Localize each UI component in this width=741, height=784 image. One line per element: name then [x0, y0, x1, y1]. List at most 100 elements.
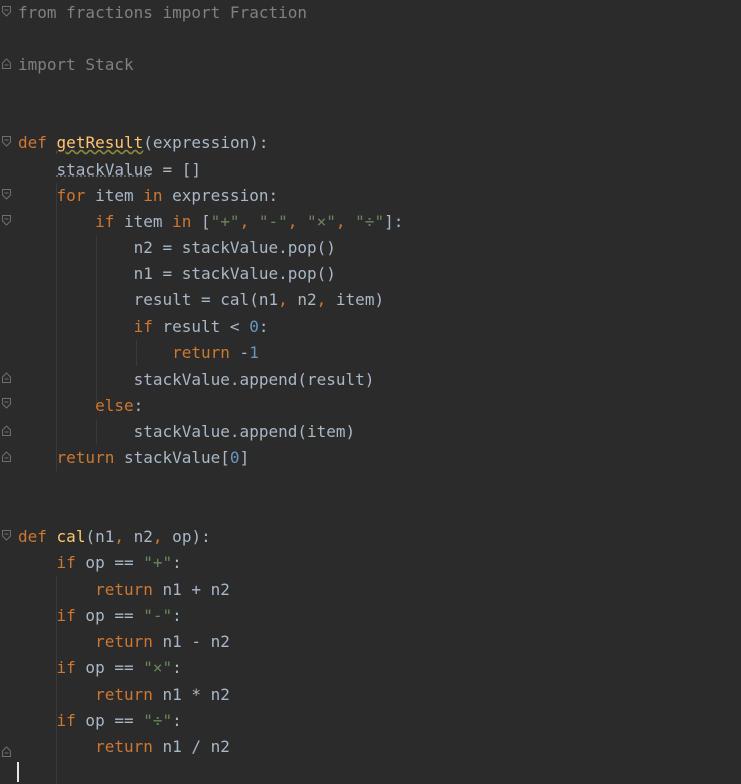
code-line[interactable]: if op == "-":: [18, 603, 182, 629]
code-token: "×": [307, 212, 336, 231]
code-token: 0: [249, 317, 259, 336]
code-line[interactable]: return n1 - n2: [18, 629, 230, 655]
code-line[interactable]: if result < 0:: [18, 314, 269, 340]
code-line[interactable]: if item in ["+", "-", "×", "÷"]:: [18, 209, 403, 235]
code-token: Fraction: [220, 3, 307, 22]
code-token: (n1: [85, 527, 115, 546]
code-token: if: [56, 606, 76, 625]
code-token: op):: [162, 527, 211, 546]
code-token: "×": [143, 658, 173, 677]
code-token: "÷": [355, 212, 385, 231]
code-token: getResult: [56, 133, 144, 152]
code-token: else: [95, 396, 134, 415]
code-token: return: [95, 580, 153, 599]
code-token: in: [172, 212, 192, 231]
code-token: n2: [124, 527, 153, 546]
code-token: item: [114, 212, 173, 231]
code-editor[interactable]: from fractions import Fraction import Sta…: [0, 0, 741, 784]
code-line[interactable]: stackValue.append(item): [18, 419, 356, 445]
code-token: ,: [316, 290, 327, 309]
code-token: import: [162, 3, 221, 22]
code-token: [: [191, 212, 211, 231]
code-token: fractions: [56, 3, 163, 22]
code-token: result <: [152, 317, 250, 336]
code-token: if: [56, 658, 76, 677]
code-line[interactable]: stackValue = []: [18, 157, 202, 183]
fold-end-icon[interactable]: [2, 372, 11, 383]
code-token: op ==: [75, 711, 144, 730]
fold-open-icon[interactable]: [2, 189, 11, 200]
fold-end-icon[interactable]: [2, 425, 11, 436]
code-token: :: [172, 553, 182, 572]
code-token: 0: [229, 448, 240, 467]
code-line[interactable]: from fractions import Fraction: [18, 0, 307, 26]
fold-end-icon[interactable]: [2, 746, 11, 757]
text-caret: [17, 762, 19, 782]
code-line[interactable]: return n1 / n2: [18, 734, 230, 760]
code-line[interactable]: else:: [18, 393, 143, 419]
code-token: stackValue.append(item): [18, 422, 356, 441]
code-token: n2 = stackValue.pop(): [18, 238, 336, 257]
code-token: op ==: [75, 553, 144, 572]
fold-end-icon[interactable]: [2, 58, 11, 69]
code-token: ,: [114, 527, 124, 546]
code-token: :: [172, 658, 182, 677]
code-line[interactable]: def getResult(expression):: [18, 130, 268, 156]
code-line[interactable]: stackValue.append(result): [18, 367, 375, 393]
code-token: return: [95, 632, 153, 651]
code-line[interactable]: return n1 * n2: [18, 682, 230, 708]
code-line[interactable]: import Stack: [18, 52, 134, 78]
code-token: n1 / n2: [152, 737, 230, 756]
code-token: op ==: [75, 658, 144, 677]
code-token: stackValue: [56, 160, 153, 179]
code-line[interactable]: for item in expression:: [18, 183, 279, 209]
fold-open-icon[interactable]: [2, 530, 11, 541]
code-token: "+": [210, 212, 240, 231]
code-token: in: [143, 186, 163, 205]
code-line[interactable]: return n1 + n2: [18, 577, 230, 603]
code-line[interactable]: n2 = stackValue.pop(): [18, 235, 336, 261]
fold-open-icon[interactable]: [2, 215, 11, 226]
code-line[interactable]: if op == "×":: [18, 655, 182, 681]
code-token: stackValue[: [114, 448, 230, 467]
code-token: ]:: [384, 212, 404, 231]
code-token: op ==: [75, 606, 144, 625]
code-token: "+": [143, 553, 173, 572]
code-token: ,: [152, 527, 163, 546]
code-token: n1 - n2: [152, 632, 230, 651]
code-line[interactable]: n1 = stackValue.pop(): [18, 261, 336, 287]
fold-open-icon[interactable]: [2, 6, 11, 17]
code-token: n2: [287, 290, 317, 309]
code-token: ,: [335, 212, 356, 231]
code-token: return: [172, 343, 230, 362]
code-token: result = cal(n1: [18, 290, 279, 309]
code-line[interactable]: return stackValue[0]: [18, 445, 250, 471]
fold-open-icon[interactable]: [2, 398, 11, 409]
fold-end-icon[interactable]: [2, 451, 11, 462]
code-line[interactable]: if op == "+":: [18, 550, 182, 576]
code-token: item): [326, 290, 385, 309]
code-token: :: [172, 711, 182, 730]
code-line[interactable]: result = cal(n1, n2, item): [18, 287, 384, 313]
code-token: for: [56, 186, 86, 205]
code-token: if: [56, 553, 76, 572]
code-token: ,: [239, 212, 259, 231]
code-line[interactable]: def cal(n1, n2, op):: [18, 524, 211, 550]
fold-open-icon[interactable]: [2, 136, 11, 147]
code-token: n1 + n2: [152, 580, 230, 599]
code-line[interactable]: return -1: [18, 340, 259, 366]
code-token: return: [56, 448, 115, 467]
code-line[interactable]: if op == "÷":: [18, 708, 182, 734]
code-token: (expression):: [143, 133, 269, 152]
code-token: if: [95, 212, 115, 231]
